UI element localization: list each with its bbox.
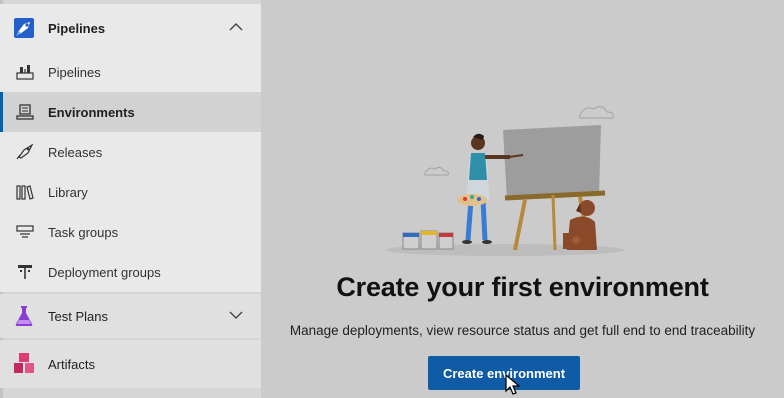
rocket-icon [16,144,34,160]
chevron-down-icon[interactable] [229,310,243,320]
sidebar-item-label: Deployment groups [48,264,161,280]
painter-illustration [385,106,625,256]
sidebar-item-deployment-groups[interactable]: Deployment groups [0,252,261,292]
sidebar-section-pipelines[interactable]: Pipelines [0,4,261,52]
sidebar-item-releases[interactable]: Releases [0,132,261,172]
sidebar-item-task-groups[interactable]: Task groups [0,212,261,252]
sidebar-section-label: Artifacts [48,356,95,372]
sidebar-item-label: Library [48,184,88,200]
chevron-up-icon[interactable] [229,22,243,32]
sidebar-item-label: Releases [48,144,103,160]
pipeline-icon [16,65,34,80]
sidebar: Pipelines Pipelines Environments Release… [0,0,261,398]
package-icon [14,353,34,373]
flask-icon [15,306,33,326]
sidebar-item-label: Task groups [48,224,119,240]
library-icon [16,185,34,200]
task-groups-icon [16,225,34,238]
create-environment-button[interactable]: Create environment [428,356,580,390]
sidebar-item-environments[interactable]: Environments [0,92,261,132]
pipelines-submenu: Pipelines Environments Releases Library … [0,52,261,292]
environment-icon [16,104,34,120]
sidebar-section-label: Test Plans [48,308,108,324]
sidebar-item-library[interactable]: Library [0,172,261,212]
page-headline: Create your first environment [336,272,709,302]
sidebar-section-test-plans[interactable]: Test Plans [0,294,261,338]
sidebar-item-label: Pipelines [48,64,101,80]
deployment-groups-icon [18,265,32,279]
sidebar-section-artifacts[interactable]: Artifacts [0,340,261,388]
sidebar-item-pipelines[interactable]: Pipelines [0,52,261,92]
sidebar-section-label: Pipelines [48,20,106,36]
sidebar-item-label: Environments [48,104,135,120]
mouse-cursor-icon [505,374,521,395]
page-description: Manage deployments, view resource status… [289,323,756,338]
pipelines-rocket-icon [14,18,34,38]
